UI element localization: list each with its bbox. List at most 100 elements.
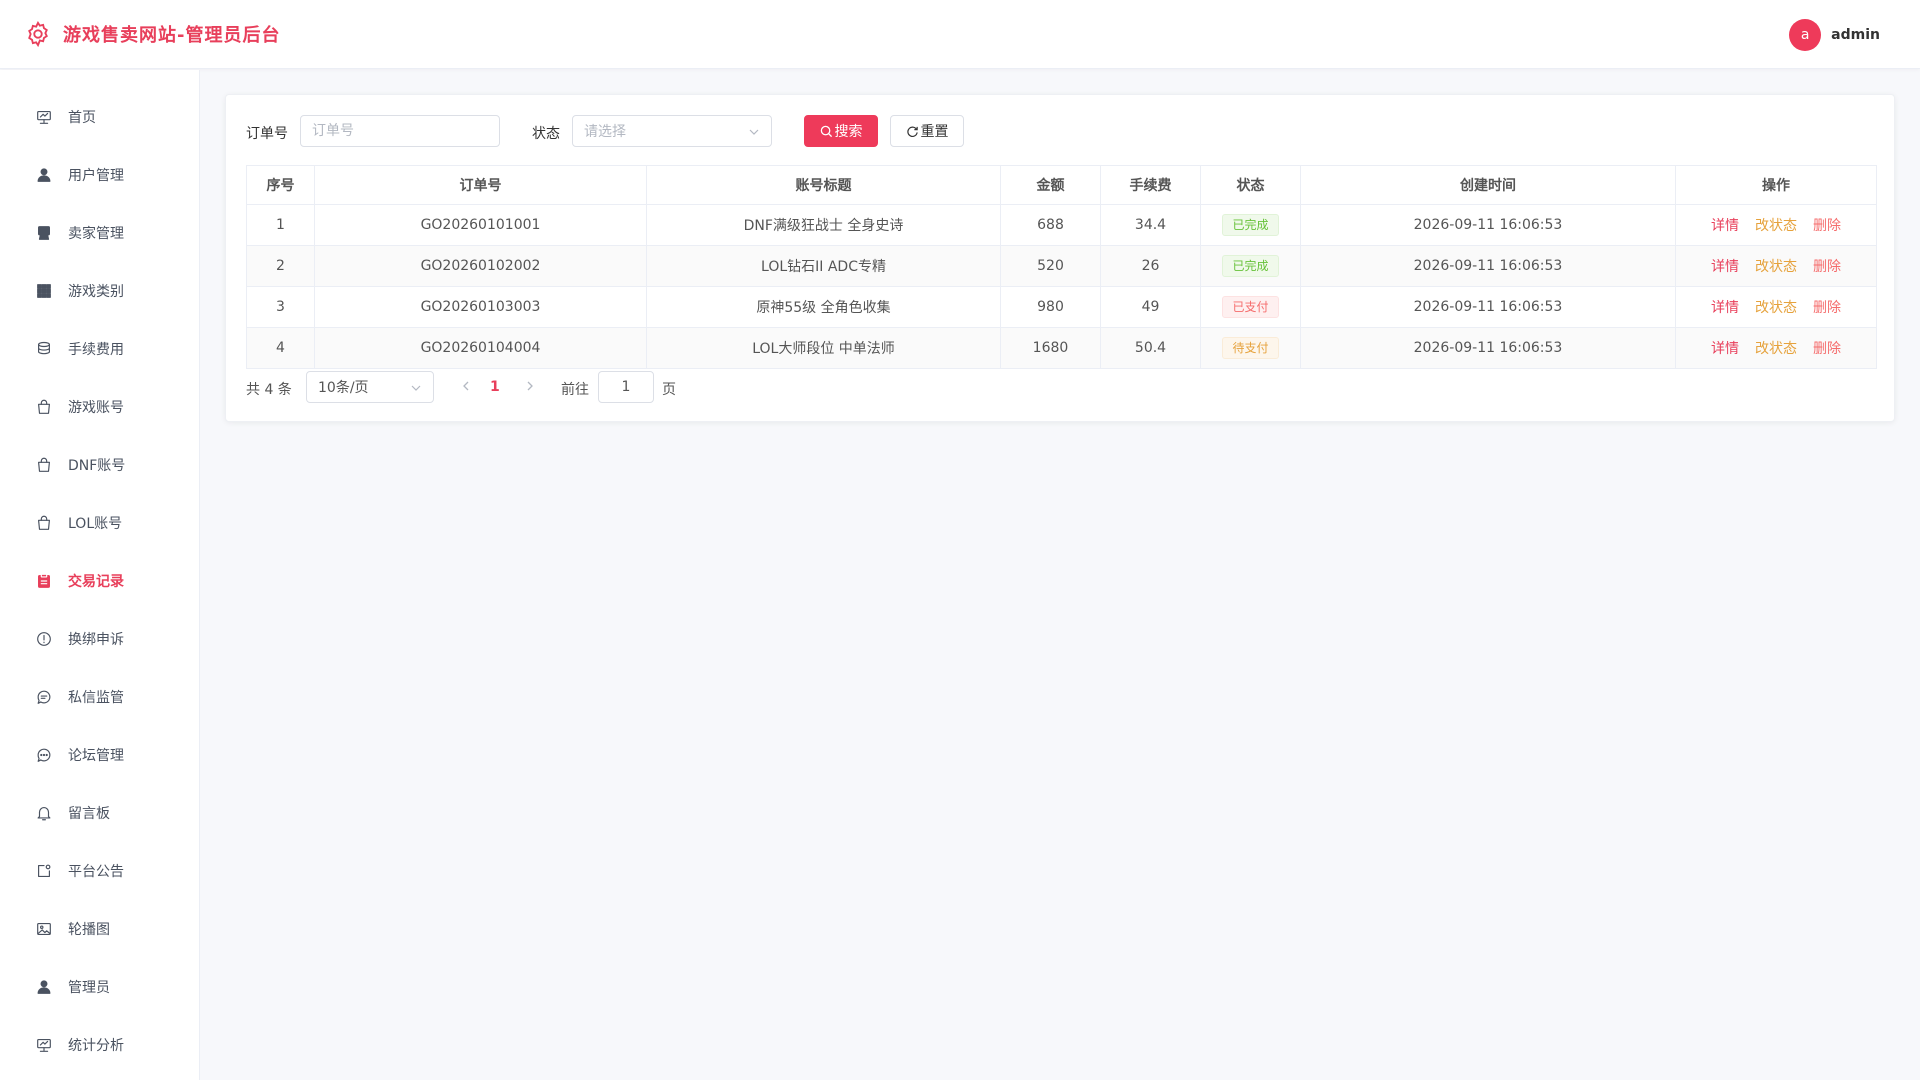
cell-fee: 50.4 bbox=[1100, 327, 1201, 369]
status-badge: 待支付 bbox=[1222, 337, 1279, 359]
cell-amount: 1680 bbox=[1000, 327, 1101, 369]
sidebar-item-3[interactable]: 卖家管理 bbox=[0, 213, 199, 253]
detail-link[interactable]: 详情 bbox=[1711, 256, 1739, 276]
sidebar-item-4[interactable]: 游戏类别 bbox=[0, 271, 199, 311]
cell-created: 2026-09-11 16:06:53 bbox=[1300, 327, 1676, 369]
sidebar-item-17[interactable]: 统计分析 bbox=[0, 1025, 199, 1065]
sidebar-item-label: 私信监管 bbox=[68, 690, 124, 706]
chevron-down-icon bbox=[411, 385, 421, 391]
sidebar: 首页用户管理卖家管理游戏类别手续费用游戏账号 DNF账号 LOL账号交易记录换绑申诉… bbox=[0, 70, 200, 1080]
cell-title: DNF满级狂战士 全身史诗 bbox=[646, 204, 1001, 246]
seller-icon bbox=[38, 226, 50, 240]
page-size-select[interactable]: 10条/页 bbox=[306, 371, 434, 403]
username[interactable]: admin bbox=[1831, 27, 1880, 43]
table-row: 2 GO20260102002 LOL钻石II ADC专精 520 26 已完成 2026-… bbox=[246, 245, 1877, 287]
page-size-value: 10条/页 bbox=[318, 380, 369, 396]
next-page-icon[interactable] bbox=[523, 379, 537, 393]
cell-order-no: GO20260102002 bbox=[314, 245, 647, 287]
sidebar-item-14[interactable]: 平台公告 bbox=[0, 851, 199, 891]
main-card: 订单号 状态 请选择 搜索 重置 序号订单号账号标题金额手续费状态创建时间操作 … bbox=[225, 94, 1895, 422]
cell-actions: 详情 改状态 删除 bbox=[1675, 245, 1877, 287]
cell-title: LOL大师段位 中单法师 bbox=[646, 327, 1001, 369]
cell-fee: 34.4 bbox=[1100, 204, 1201, 246]
bell-icon bbox=[37, 807, 51, 821]
user-icon bbox=[37, 168, 51, 182]
sidebar-item-6[interactable]: 游戏账号 bbox=[0, 387, 199, 427]
cell-status: 已完成 bbox=[1200, 245, 1301, 287]
reset-button[interactable]: 重置 bbox=[890, 115, 964, 147]
sidebar-item-label: LOL账号 bbox=[68, 516, 123, 532]
coins-icon bbox=[38, 341, 50, 355]
change-status-link[interactable]: 改状态 bbox=[1755, 215, 1797, 235]
detail-link[interactable]: 详情 bbox=[1711, 338, 1739, 358]
sidebar-item-label: 轮播图 bbox=[68, 922, 110, 938]
status-badge: 已支付 bbox=[1222, 296, 1279, 318]
column-header: 手续费 bbox=[1100, 165, 1201, 205]
cell-index: 1 bbox=[246, 204, 315, 246]
sidebar-item-9[interactable]: 交易记录 bbox=[0, 561, 199, 601]
reset-button-label: 重置 bbox=[920, 124, 949, 140]
change-status-link[interactable]: 改状态 bbox=[1755, 338, 1797, 358]
cell-actions: 详情 改状态 删除 bbox=[1675, 327, 1877, 369]
status-select[interactable]: 请选择 bbox=[572, 115, 772, 147]
cell-created: 2026-09-11 16:06:53 bbox=[1300, 204, 1676, 246]
change-status-link[interactable]: 改状态 bbox=[1755, 256, 1797, 276]
delete-link[interactable]: 删除 bbox=[1813, 215, 1841, 235]
cell-index: 3 bbox=[246, 286, 315, 328]
bag-icon bbox=[38, 399, 50, 414]
prev-page-icon[interactable] bbox=[459, 379, 473, 393]
order-no-input[interactable] bbox=[300, 115, 500, 147]
sidebar-item-1[interactable]: 首页 bbox=[0, 97, 199, 137]
search-button[interactable]: 搜索 bbox=[804, 115, 878, 147]
search-button-label: 搜索 bbox=[834, 124, 863, 140]
alert-circle-icon bbox=[37, 632, 51, 646]
cell-actions: 详情 改状态 删除 bbox=[1675, 286, 1877, 328]
user-menu[interactable]: a admin bbox=[1789, 19, 1880, 51]
sidebar-item-5[interactable]: 手续费用 bbox=[0, 329, 199, 369]
detail-link[interactable]: 详情 bbox=[1711, 297, 1739, 317]
sidebar-item-label: 换绑申诉 bbox=[68, 632, 124, 648]
bag-icon bbox=[38, 515, 50, 530]
sidebar-item-2[interactable]: 用户管理 bbox=[0, 155, 199, 195]
delete-link[interactable]: 删除 bbox=[1813, 338, 1841, 358]
goto-page-input[interactable] bbox=[598, 371, 654, 403]
brand[interactable]: 游戏售卖网站-管理员后台 bbox=[24, 20, 280, 48]
sidebar-item-12[interactable]: 论坛管理 bbox=[0, 735, 199, 775]
sidebar-item-8[interactable]: LOL账号 bbox=[0, 503, 199, 543]
current-page[interactable]: 1 bbox=[490, 379, 500, 395]
change-status-link[interactable]: 改状态 bbox=[1755, 297, 1797, 317]
goto-label: 前往 bbox=[561, 382, 589, 398]
cell-title: 原神55级 全角色收集 bbox=[646, 286, 1001, 328]
table-header-row: 序号 订单号 账号标题 金额 手续费 状态 创建时间 操作 bbox=[246, 165, 1877, 205]
cell-order-no: GO20260101001 bbox=[314, 204, 647, 246]
app-title: 游戏售卖网站-管理员后台 bbox=[63, 25, 281, 46]
cell-actions: 详情 改状态 删除 bbox=[1675, 204, 1877, 246]
chat-dots-icon bbox=[37, 748, 51, 762]
delete-link[interactable]: 删除 bbox=[1813, 297, 1841, 317]
sidebar-item-15[interactable]: 轮播图 bbox=[0, 909, 199, 949]
status-badge: 已完成 bbox=[1222, 255, 1279, 277]
sidebar-item-7[interactable]: DNF账号 bbox=[0, 445, 199, 485]
user-icon bbox=[37, 980, 51, 994]
sidebar-item-11[interactable]: 私信监管 bbox=[0, 677, 199, 717]
sidebar-item-label: 平台公告 bbox=[68, 864, 124, 880]
detail-link[interactable]: 详情 bbox=[1711, 215, 1739, 235]
order-no-label: 订单号 bbox=[246, 126, 288, 142]
cell-created: 2026-09-11 16:06:53 bbox=[1300, 245, 1676, 287]
avatar[interactable]: a bbox=[1789, 19, 1822, 51]
notice-icon bbox=[38, 864, 51, 877]
message-icon bbox=[37, 690, 51, 704]
refresh-icon bbox=[906, 126, 918, 137]
sidebar-item-16[interactable]: 管理员 bbox=[0, 967, 199, 1007]
column-header: 账号标题 bbox=[646, 165, 1001, 205]
sidebar-item-13[interactable]: 留言板 bbox=[0, 793, 199, 833]
table-row: 4 GO20260104004 LOL大师段位 中单法师 1680 50.4 待支付 202… bbox=[246, 327, 1877, 369]
sidebar-item-label: 游戏账号 bbox=[68, 400, 124, 416]
cell-order-no: GO20260103003 bbox=[314, 286, 647, 328]
cell-amount: 520 bbox=[1000, 245, 1101, 287]
cell-fee: 26 bbox=[1100, 245, 1201, 287]
cell-created: 2026-09-11 16:06:53 bbox=[1300, 286, 1676, 328]
grid-icon bbox=[37, 284, 51, 298]
sidebar-item-10[interactable]: 换绑申诉 bbox=[0, 619, 199, 659]
delete-link[interactable]: 删除 bbox=[1813, 256, 1841, 276]
